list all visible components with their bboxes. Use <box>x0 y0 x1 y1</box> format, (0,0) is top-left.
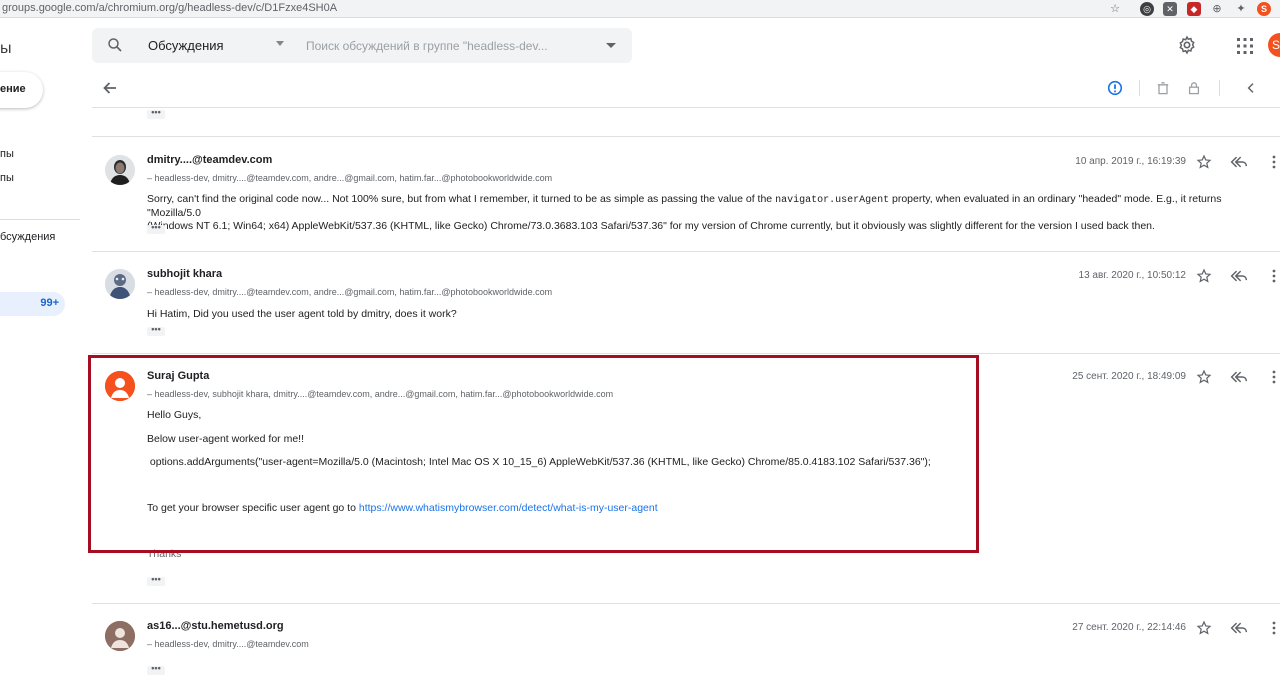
message-author[interactable]: subhojit khara <box>147 268 222 280</box>
toolbar-divider <box>1139 80 1140 96</box>
message-recipients: – headless-dev, dmitry....@teamdev.com, … <box>147 287 553 297</box>
show-quoted-button[interactable]: ••• <box>147 325 165 336</box>
message-author[interactable]: dmitry....@teamdev.com <box>147 154 272 166</box>
chevron-left-icon[interactable] <box>1243 80 1259 96</box>
new-conversation-label: ение <box>0 83 26 95</box>
message-recipients: – headless-dev, dmitry....@teamdev.com, … <box>147 173 553 183</box>
bookmark-star-icon[interactable]: ☆ <box>1108 2 1122 16</box>
more-vert-icon[interactable] <box>1268 268 1280 284</box>
message-author[interactable]: as16...@stu.hemetusd.org <box>147 620 284 632</box>
new-conversation-button[interactable]: ение <box>0 72 43 108</box>
star-icon[interactable] <box>1196 268 1212 284</box>
highlight-annotation-box <box>88 355 979 553</box>
message-divider <box>92 251 1280 252</box>
reply-all-icon[interactable] <box>1230 269 1248 283</box>
url-text[interactable]: groups.google.com/a/chromium.org/g/headl… <box>2 2 337 14</box>
extensions-puzzle-icon[interactable]: ✦ <box>1234 2 1248 16</box>
delete-icon[interactable] <box>1155 80 1171 96</box>
sidebar-item-my-groups[interactable]: пы <box>0 172 14 184</box>
show-quoted-button[interactable]: ••• <box>147 575 165 586</box>
show-quoted-button[interactable]: ••• <box>147 223 165 234</box>
reply-all-icon[interactable] <box>1230 621 1248 635</box>
more-vert-icon[interactable] <box>1268 154 1280 170</box>
avatar <box>105 269 135 299</box>
more-vert-icon[interactable] <box>1268 620 1280 636</box>
message-date: 25 сент. 2020 г., 18:49:09 <box>1072 371 1186 382</box>
show-quoted-button[interactable]: ••• <box>147 108 165 119</box>
message-body: Hi Hatim, Did you used the user agent to… <box>147 308 457 320</box>
search-scope-select[interactable]: Обсуждения <box>148 38 224 53</box>
search-options-icon[interactable] <box>606 43 616 48</box>
reply-all-icon[interactable] <box>1230 370 1248 384</box>
back-arrow-icon[interactable] <box>100 78 120 98</box>
sidebar-item-groups[interactable]: пы <box>0 148 14 160</box>
show-quoted-button[interactable]: ••• <box>147 664 165 675</box>
search-icon[interactable] <box>106 36 124 54</box>
app-title-fragment: ы <box>0 40 12 57</box>
avatar[interactable]: S <box>1268 33 1280 57</box>
message-divider <box>92 136 1280 137</box>
sidebar-item-unread[interactable]: 99+ <box>0 292 65 316</box>
message-body: Sorry, can't find the original code now.… <box>147 193 1275 233</box>
avatar <box>105 155 135 185</box>
search-bar[interactable]: Обсуждения <box>92 28 632 63</box>
message-recipients: – headless-dev, dmitry....@teamdev.com <box>147 639 309 649</box>
extension-icon[interactable]: ◎ <box>1140 2 1154 16</box>
more-vert-icon[interactable] <box>1268 369 1280 385</box>
extension-x-icon[interactable]: ✕ <box>1163 2 1177 16</box>
sidebar-divider <box>0 219 80 220</box>
message-divider <box>92 603 1280 604</box>
apps-grid-icon[interactable] <box>1235 36 1255 56</box>
sidebar-item-conversations[interactable]: бсуждения <box>0 231 55 243</box>
extension-shield-icon[interactable]: ◆ <box>1187 2 1201 16</box>
message-date: 10 апр. 2019 г., 16:19:39 <box>1075 156 1186 167</box>
info-icon[interactable] <box>1106 79 1124 97</box>
star-icon[interactable] <box>1196 154 1212 170</box>
message-text: (Windows NT 6.1; Win64; x64) AppleWebKit… <box>147 220 1155 232</box>
browser-address-bar[interactable]: groups.google.com/a/chromium.org/g/headl… <box>0 0 1280 18</box>
message-date: 27 сент. 2020 г., 22:14:46 <box>1072 622 1186 633</box>
message-date: 13 авг. 2020 г., 10:50:12 <box>1078 270 1186 281</box>
profile-avatar[interactable]: S <box>1257 2 1271 16</box>
star-icon[interactable] <box>1196 620 1212 636</box>
header-divider <box>92 107 1280 108</box>
gear-icon[interactable] <box>1177 35 1197 55</box>
inline-code: navigator.userAgent <box>775 195 890 206</box>
chevron-down-icon[interactable] <box>276 41 284 46</box>
search-input[interactable] <box>306 36 596 56</box>
lock-icon[interactable] <box>1186 80 1202 96</box>
star-icon[interactable] <box>1196 369 1212 385</box>
avatar <box>105 621 135 651</box>
toolbar-divider <box>1219 80 1220 96</box>
reply-all-icon[interactable] <box>1230 155 1248 169</box>
unread-badge: 99+ <box>40 297 59 309</box>
message-text: Sorry, can't find the original code now.… <box>147 193 776 205</box>
message-divider <box>92 353 1280 354</box>
extension-globe-icon[interactable]: ⊕ <box>1210 2 1224 16</box>
